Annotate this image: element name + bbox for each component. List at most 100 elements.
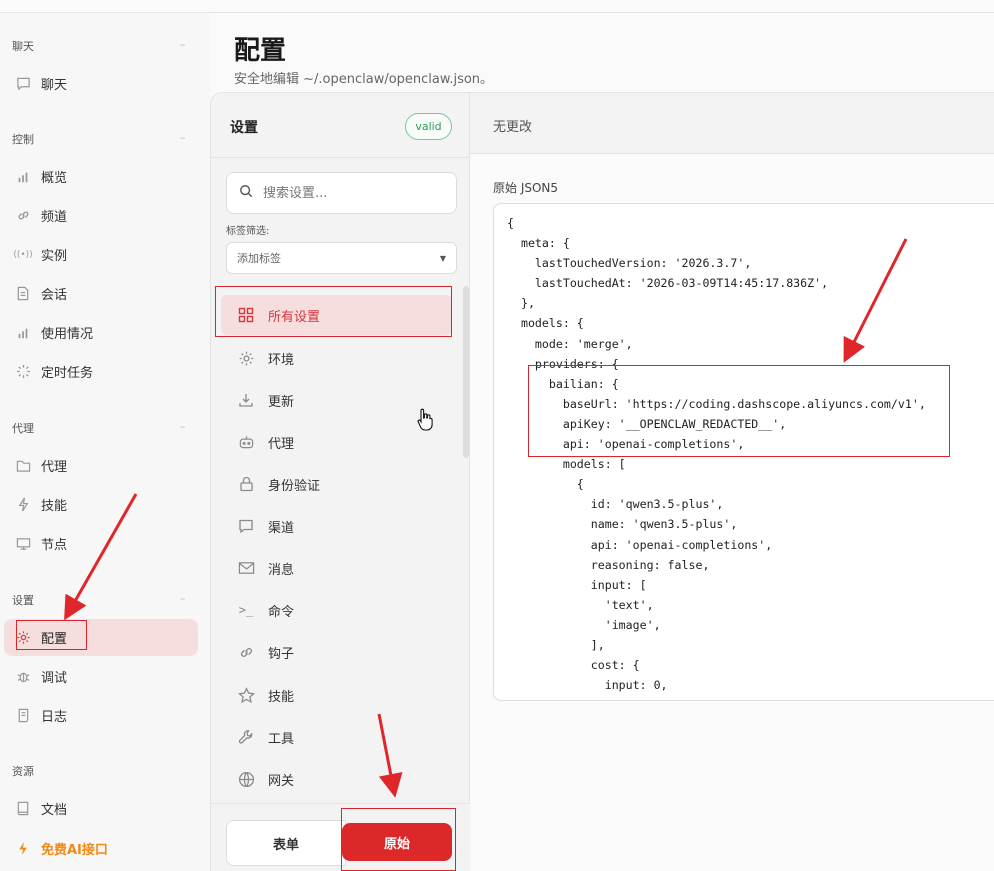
nav-item-chat[interactable]: 聊天: [4, 65, 198, 102]
robot-icon: [236, 432, 256, 452]
folder-icon: [14, 457, 32, 475]
download-icon: [236, 390, 256, 410]
settings-header: 设置 valid: [211, 93, 471, 158]
nav-item-usage[interactable]: 使用情况: [4, 314, 198, 351]
settings-item-label: 命令: [268, 604, 295, 620]
caret-down-icon: ▼: [439, 253, 446, 263]
collapse-icon[interactable]: –: [180, 420, 186, 433]
nav-item-label: 调试: [41, 671, 68, 686]
tag-filter-label: 标签筛选:: [226, 226, 270, 237]
code-line: cost: {: [507, 658, 640, 673]
nav-item-label: 频道: [41, 210, 68, 225]
settings-item-label: 工具: [268, 731, 295, 747]
settings-item-tools[interactable]: 工具: [221, 717, 452, 757]
search-input[interactable]: [263, 185, 443, 201]
bar-chart-icon: [14, 324, 32, 342]
sidebar-nav: 聊天 – 聊天 控制 – 概览 频道 ((•)) 实例 会话 使用情况 定时任务…: [0, 13, 210, 871]
nav-item-debug[interactable]: 调试: [4, 658, 198, 695]
code-line: reasoning: false,: [507, 557, 710, 572]
settings-item-label: 钩子: [268, 646, 295, 662]
collapse-icon[interactable]: –: [180, 131, 186, 144]
valid-badge: valid: [405, 113, 452, 140]
settings-item-skills[interactable]: 技能: [221, 675, 452, 715]
annotation-box-all-settings: [215, 286, 452, 337]
nav-item-label: 免费AI接口: [41, 843, 108, 858]
annotation-box-config: [16, 620, 87, 650]
code-line: },: [507, 296, 535, 311]
lock-icon: [236, 474, 256, 494]
nav-item-label: 节点: [41, 538, 68, 553]
code-line: input: [: [507, 577, 647, 592]
settings-item-env[interactable]: 环境: [221, 338, 452, 378]
code-line: input: 0,: [507, 678, 668, 693]
settings-panel: 设置 valid 标签筛选: 添加标签 ▼ 所有设置 环境 更新 代理 身份验证…: [210, 92, 471, 871]
settings-item-messages[interactable]: 消息: [221, 548, 452, 588]
editor-toolbar: 无更改: [470, 92, 994, 154]
collapse-icon[interactable]: –: [180, 38, 186, 51]
code-line: meta: {: [507, 236, 570, 251]
gear-icon: [236, 348, 256, 368]
tag-select[interactable]: 添加标签 ▼: [226, 242, 457, 274]
nav-item-label: 文档: [41, 803, 68, 818]
settings-item-channels[interactable]: 渠道: [221, 506, 452, 546]
settings-item-auth[interactable]: 身份验证: [221, 464, 452, 504]
settings-scrollbar[interactable]: [463, 286, 469, 458]
wrench-icon: [236, 727, 256, 747]
bar-chart-icon: [14, 168, 32, 186]
star-icon: [236, 685, 256, 705]
settings-item-label: 身份验证: [268, 478, 321, 494]
nav-item-label: 代理: [41, 460, 68, 475]
nav-item-sessions[interactable]: 会话: [4, 275, 198, 312]
collapse-icon[interactable]: –: [180, 592, 186, 605]
code-line: {: [507, 477, 584, 492]
nav-group-resources: 资源: [12, 765, 34, 778]
settings-item-label: 网关: [268, 773, 295, 789]
hand-cursor-icon: [417, 408, 433, 431]
code-line: models: [: [507, 457, 626, 472]
nav-item-skills[interactable]: 技能: [4, 486, 198, 523]
code-line: mode: 'merge',: [507, 336, 633, 351]
form-mode-button[interactable]: 表单: [226, 820, 346, 866]
search-icon: [239, 184, 253, 202]
mail-icon: [236, 558, 256, 578]
settings-item-gateway[interactable]: 网关: [221, 759, 452, 799]
code-line: 'image',: [507, 617, 661, 632]
chat-icon: [14, 75, 32, 93]
link-icon: [236, 642, 256, 662]
nav-item-nodes[interactable]: 节点: [4, 525, 198, 562]
bug-icon: [14, 668, 32, 686]
code-line: id: 'qwen3.5-plus',: [507, 497, 724, 512]
nav-item-agents[interactable]: 代理: [4, 447, 198, 484]
code-line: 'text',: [507, 597, 654, 612]
nav-group-agent: 代理: [12, 422, 34, 435]
link-icon: [14, 207, 32, 225]
settings-item-label: 技能: [268, 689, 295, 705]
nav-group-control: 控制: [12, 133, 34, 146]
settings-item-label: 代理: [268, 436, 295, 452]
lightning-icon: [14, 496, 32, 514]
nav-item-instances[interactable]: ((•)) 实例: [4, 236, 198, 273]
nav-item-channels[interactable]: 频道: [4, 197, 198, 234]
settings-item-label: 消息: [268, 562, 295, 578]
nav-item-overview[interactable]: 概览: [4, 158, 198, 195]
loader-icon: [14, 363, 32, 381]
settings-item-commands[interactable]: >_ 命令: [221, 590, 452, 630]
nav-item-label: 聊天: [41, 78, 68, 93]
code-line: {: [507, 216, 514, 230]
editor-area: 原始 JSON5 { meta: { lastTouchedVersion: '…: [470, 154, 994, 871]
nav-item-cron[interactable]: 定时任务: [4, 353, 198, 390]
nav-item-label: 日志: [41, 710, 68, 725]
nav-item-label: 定时任务: [41, 366, 94, 381]
scroll-icon: [14, 707, 32, 725]
code-line: name: 'qwen3.5-plus',: [507, 517, 738, 532]
page-title: 配置: [234, 36, 287, 66]
tag-placeholder: 添加标签: [237, 252, 281, 265]
annotation-box-raw: [341, 808, 456, 871]
settings-search[interactable]: [226, 172, 457, 214]
nav-item-free-ai-api[interactable]: 免费AI接口: [4, 830, 198, 867]
settings-item-label: 更新: [268, 394, 295, 410]
nav-item-logs[interactable]: 日志: [4, 697, 198, 734]
nav-item-label: 技能: [41, 499, 68, 514]
nav-item-docs[interactable]: 文档: [4, 790, 198, 827]
settings-item-hooks[interactable]: 钩子: [221, 632, 452, 672]
